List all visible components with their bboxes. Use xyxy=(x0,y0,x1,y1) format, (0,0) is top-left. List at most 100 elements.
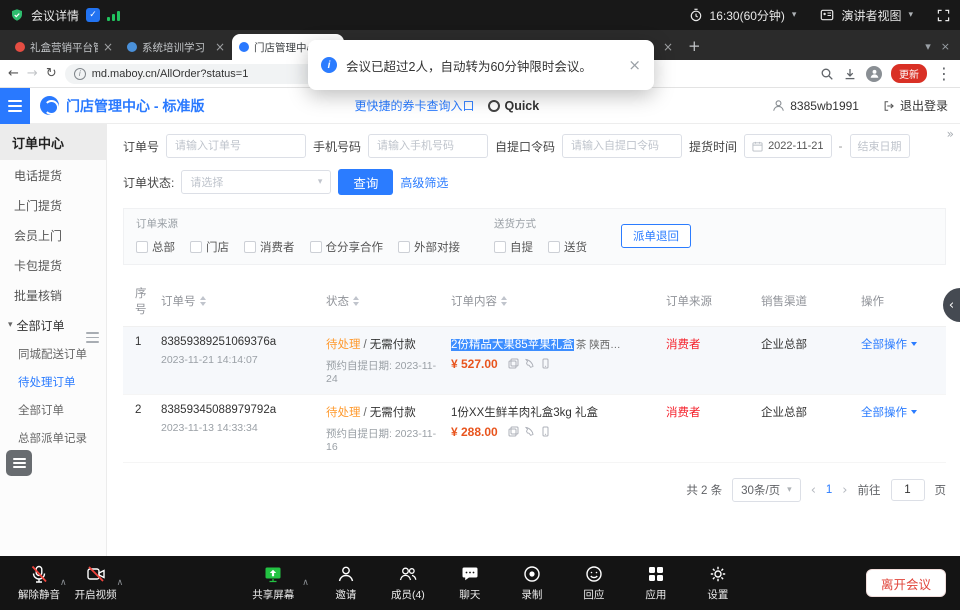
reactions-button[interactable]: 回应 xyxy=(567,564,621,602)
share-options-caret-icon[interactable]: ∧ xyxy=(302,578,309,588)
phone-input[interactable] xyxy=(368,134,488,158)
checkbox-hq[interactable]: 总部 xyxy=(136,239,175,255)
page-size-select[interactable]: 30条/页 ▾ xyxy=(732,478,801,502)
user-account[interactable]: 8385wb1991 xyxy=(772,99,859,113)
sidebar-sub-dispatch-records[interactable]: 总部派单记录 xyxy=(0,424,106,452)
floating-menu-icon[interactable] xyxy=(86,330,102,345)
sidebar-item-member-visit[interactable]: 会员上门 xyxy=(0,220,106,250)
checkbox-store[interactable]: 门店 xyxy=(190,239,229,255)
checkbox-icon[interactable] xyxy=(398,241,410,253)
sort-icon[interactable] xyxy=(501,296,507,306)
dispatch-return-button[interactable]: 派单退回 xyxy=(621,224,691,248)
site-info-icon[interactable]: i xyxy=(74,68,86,80)
phone-icon[interactable] xyxy=(524,358,535,369)
video-options-caret-icon[interactable]: ∧ xyxy=(117,578,124,588)
view-mode-caret-icon[interactable]: ▾ xyxy=(908,10,913,20)
order-no-input[interactable] xyxy=(166,134,306,158)
order-price: ¥ 288.00 xyxy=(451,425,498,439)
checkbox-consumer[interactable]: 消费者 xyxy=(244,239,295,255)
unmute-button[interactable]: 解除静音 xyxy=(12,564,66,602)
view-mode-label[interactable]: 演讲者视图 xyxy=(841,7,901,24)
share-screen-button[interactable]: 共享屏幕 xyxy=(246,564,300,602)
floating-list-widget[interactable] xyxy=(6,450,32,476)
leave-meeting-button[interactable]: 离开会议 xyxy=(866,569,946,597)
prev-page-icon[interactable]: ‹ xyxy=(811,483,816,498)
end-date-picker[interactable]: 结束日期 xyxy=(850,134,910,158)
next-page-icon[interactable]: › xyxy=(842,483,847,498)
expand-panel-icon[interactable]: » xyxy=(947,127,954,141)
goto-page-input[interactable] xyxy=(891,479,925,501)
chrome-update-button[interactable]: 更新 xyxy=(891,64,927,83)
tab-close-icon[interactable]: × xyxy=(215,40,225,54)
app-hamburger-icon[interactable] xyxy=(0,88,30,124)
order-status-select[interactable]: 请选择 ▾ xyxy=(181,170,331,194)
checkbox-self-pickup[interactable]: 自提 xyxy=(494,239,533,255)
col-status[interactable]: 状态 xyxy=(326,285,451,317)
browser-tab[interactable]: 系统培训学习 × xyxy=(120,34,232,60)
start-date-picker[interactable]: 2022-11-21 xyxy=(744,134,831,158)
download-icon[interactable] xyxy=(843,67,857,81)
logout-button[interactable]: 退出登录 xyxy=(883,97,948,114)
query-button[interactable]: 查询 xyxy=(338,169,393,195)
col-content[interactable]: 订单内容 xyxy=(451,285,666,317)
invite-button[interactable]: 邀请 xyxy=(319,564,373,602)
record-button[interactable]: 录制 xyxy=(505,564,559,602)
app-title: 门店管理中心 - 标准版 xyxy=(66,96,204,116)
checkbox-icon[interactable] xyxy=(548,241,560,253)
phone-icon[interactable] xyxy=(524,426,535,437)
sort-icon[interactable] xyxy=(353,296,359,306)
checkbox-warehouse-coop[interactable]: 仓分享合作 xyxy=(310,239,384,255)
sidebar-item-card-pickup[interactable]: 卡包提货 xyxy=(0,250,106,280)
copy-icon[interactable] xyxy=(508,358,519,369)
forward-icon[interactable]: → xyxy=(27,66,38,81)
new-tab-icon[interactable]: + xyxy=(688,37,701,55)
sidebar-item-batch-verify[interactable]: 批量核销 xyxy=(0,280,106,310)
current-page[interactable]: 1 xyxy=(826,484,832,496)
profile-avatar[interactable] xyxy=(866,66,882,82)
window-close-icon[interactable]: × xyxy=(941,40,950,53)
sidebar-sub-pending-orders[interactable]: 待处理订单 xyxy=(0,368,106,396)
chat-button[interactable]: 聊天 xyxy=(443,564,497,602)
timer-caret-icon[interactable]: ▾ xyxy=(792,10,797,20)
tab-search-caret-icon[interactable]: ▾ xyxy=(925,40,931,53)
mobile-icon[interactable] xyxy=(540,426,551,437)
meeting-details-label[interactable]: 会议详情 xyxy=(31,7,79,24)
apps-button[interactable]: 应用 xyxy=(629,564,683,602)
coupon-query-link[interactable]: 更快捷的券卡查询入口 xyxy=(354,97,474,114)
checkbox-external[interactable]: 外部对接 xyxy=(398,239,460,255)
checkbox-delivery[interactable]: 送货 xyxy=(548,239,587,255)
table-row[interactable]: 1 83859389251069376a 2023-11-21 14:14:07… xyxy=(123,327,946,395)
advanced-filter-link[interactable]: 高级筛选 xyxy=(400,174,448,191)
fullscreen-icon[interactable] xyxy=(937,9,950,22)
toast-close-icon[interactable]: × xyxy=(628,56,641,74)
mobile-icon[interactable] xyxy=(540,358,551,369)
sidebar-item-door-pickup[interactable]: 上门提货 xyxy=(0,190,106,220)
checkbox-icon[interactable] xyxy=(244,241,256,253)
members-button[interactable]: 成员(4) xyxy=(381,564,435,602)
pickup-code-input[interactable] xyxy=(562,134,682,158)
mic-options-caret-icon[interactable]: ∧ xyxy=(60,578,67,588)
checkbox-icon[interactable] xyxy=(136,241,148,253)
sort-icon[interactable] xyxy=(200,296,206,306)
tab-close-icon[interactable]: × xyxy=(103,40,113,54)
quick-entry[interactable]: Quick xyxy=(488,99,539,113)
sidebar-item-phone-pickup[interactable]: 电话提货 xyxy=(0,160,106,190)
search-icon[interactable] xyxy=(820,67,834,81)
checkbox-icon[interactable] xyxy=(190,241,202,253)
browser-tab[interactable]: 礼盒营销平台管理中心 × xyxy=(8,34,120,60)
all-actions-dropdown[interactable]: 全部操作 xyxy=(861,336,946,352)
browser-menu-kebab-icon[interactable]: ⋮ xyxy=(936,64,952,83)
reload-icon[interactable]: ↻ xyxy=(46,66,57,81)
copy-icon[interactable] xyxy=(508,426,519,437)
settings-button[interactable]: 设置 xyxy=(691,564,745,602)
table-row[interactable]: 2 83859345088979792a 2023-11-13 14:33:34… xyxy=(123,395,946,463)
back-icon[interactable]: ← xyxy=(8,66,19,81)
col-order-no[interactable]: 订单号 xyxy=(161,285,326,317)
sidebar-sub-all-orders[interactable]: 全部订单 xyxy=(0,396,106,424)
protection-badge-icon[interactable]: ✓ xyxy=(86,8,100,22)
checkbox-icon[interactable] xyxy=(494,241,506,253)
all-actions-dropdown[interactable]: 全部操作 xyxy=(861,404,946,420)
start-video-button[interactable]: 开启视频 xyxy=(69,564,123,602)
tab-close-icon[interactable]: × xyxy=(663,40,673,54)
checkbox-icon[interactable] xyxy=(310,241,322,253)
